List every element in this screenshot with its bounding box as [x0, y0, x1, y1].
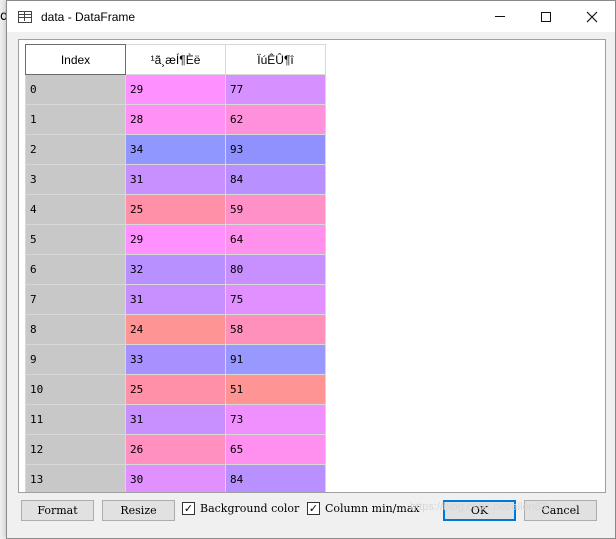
resize-button[interactable]: Resize: [102, 500, 175, 521]
value-cell[interactable]: 62: [225, 104, 326, 135]
background-color-checkbox[interactable]: ✓ Background color: [182, 502, 299, 515]
header-column-2[interactable]: ÏúÊÛ¶î: [225, 44, 326, 75]
row-index-cell[interactable]: 8: [25, 314, 126, 345]
row-index-cell[interactable]: 9: [25, 344, 126, 375]
table-row[interactable]: 10 25 51: [25, 374, 326, 405]
maximize-button[interactable]: [523, 1, 569, 32]
row-index-cell[interactable]: 6: [25, 254, 126, 285]
table-icon: [18, 10, 32, 23]
value-cell[interactable]: 24: [125, 314, 226, 345]
value-cell[interactable]: 26: [125, 434, 226, 465]
value-cell[interactable]: 59: [225, 194, 326, 225]
background-color-label: Background color: [200, 502, 300, 515]
value-cell[interactable]: 25: [125, 194, 226, 225]
value-cell[interactable]: 75: [225, 284, 326, 315]
value-cell[interactable]: 84: [225, 464, 326, 492]
table-row[interactable]: 0 29 77: [25, 74, 326, 105]
row-index-cell[interactable]: 10: [25, 374, 126, 405]
checkbox-checked-icon: ✓: [182, 502, 195, 515]
value-cell[interactable]: 33: [125, 344, 226, 375]
value-cell[interactable]: 28: [125, 104, 226, 135]
row-index-cell[interactable]: 5: [25, 224, 126, 255]
value-cell[interactable]: 29: [125, 74, 226, 105]
value-cell[interactable]: 77: [225, 74, 326, 105]
table-row[interactable]: 1 28 62: [25, 104, 326, 135]
format-button[interactable]: Format: [21, 500, 94, 521]
value-cell[interactable]: 31: [125, 284, 226, 315]
column-minmax-checkbox[interactable]: ✓ Column min/max: [307, 502, 420, 515]
value-cell[interactable]: 30: [125, 464, 226, 492]
table-row[interactable]: 13 30 84: [25, 464, 326, 492]
value-cell[interactable]: 29: [125, 224, 226, 255]
value-cell[interactable]: 25: [125, 374, 226, 405]
value-cell[interactable]: 34: [125, 134, 226, 165]
row-index-cell[interactable]: 1: [25, 104, 126, 135]
value-cell[interactable]: 51: [225, 374, 326, 405]
row-index-cell[interactable]: 2: [25, 134, 126, 165]
row-index-cell[interactable]: 13: [25, 464, 126, 492]
row-index-cell[interactable]: 0: [25, 74, 126, 105]
window-title: data - DataFrame: [41, 9, 136, 24]
value-cell[interactable]: 73: [225, 404, 326, 435]
value-cell[interactable]: 93: [225, 134, 326, 165]
minimize-button[interactable]: [477, 1, 523, 32]
title-bar[interactable]: data - DataFrame: [7, 1, 615, 32]
dataframe-grid[interactable]: Index ¹ã¸æÍ¶Èë ÏúÊÛ¶î 0 29 77 1 28 62 2 34 93 3 31…: [18, 39, 606, 493]
value-cell[interactable]: 84: [225, 164, 326, 195]
row-index-cell[interactable]: 7: [25, 284, 126, 315]
column-minmax-label: Column min/max: [325, 502, 420, 515]
table-row[interactable]: 11 31 73: [25, 404, 326, 435]
dataframe-window: data - DataFrame Index ¹ã¸æÍ¶Èë ÏúÊÛ¶î 0…: [6, 0, 616, 539]
value-cell[interactable]: 31: [125, 164, 226, 195]
table-row[interactable]: 7 31 75: [25, 284, 326, 315]
header-index[interactable]: Index: [25, 44, 126, 75]
table-row[interactable]: 9 33 91: [25, 344, 326, 375]
value-cell[interactable]: 58: [225, 314, 326, 345]
table-row[interactable]: 5 29 64: [25, 224, 326, 255]
table-row[interactable]: 4 25 59: [25, 194, 326, 225]
value-cell[interactable]: 91: [225, 344, 326, 375]
table-row[interactable]: 6 32 80: [25, 254, 326, 285]
row-index-cell[interactable]: 11: [25, 404, 126, 435]
minimize-icon: [495, 16, 505, 17]
close-button[interactable]: [569, 1, 615, 32]
watermark-text: https://blog.csdn.net/allen63: [410, 501, 547, 513]
value-cell[interactable]: 32: [125, 254, 226, 285]
value-cell[interactable]: 80: [225, 254, 326, 285]
table-row[interactable]: 12 26 65: [25, 434, 326, 465]
table-row[interactable]: 3 31 84: [25, 164, 326, 195]
dataframe-table: Index ¹ã¸æÍ¶Èë ÏúÊÛ¶î 0 29 77 1 28 62 2 34 93 3 31…: [25, 44, 326, 492]
row-index-cell[interactable]: 4: [25, 194, 126, 225]
table-row[interactable]: 2 34 93: [25, 134, 326, 165]
value-cell[interactable]: 31: [125, 404, 226, 435]
close-icon: [586, 11, 598, 22]
row-index-cell[interactable]: 3: [25, 164, 126, 195]
row-index-cell[interactable]: 12: [25, 434, 126, 465]
table-row[interactable]: 8 24 58: [25, 314, 326, 345]
value-cell[interactable]: 64: [225, 224, 326, 255]
header-column-1[interactable]: ¹ã¸æÍ¶Èë: [125, 44, 226, 75]
checkbox-checked-icon: ✓: [307, 502, 320, 515]
value-cell[interactable]: 65: [225, 434, 326, 465]
maximize-icon: [541, 11, 551, 22]
